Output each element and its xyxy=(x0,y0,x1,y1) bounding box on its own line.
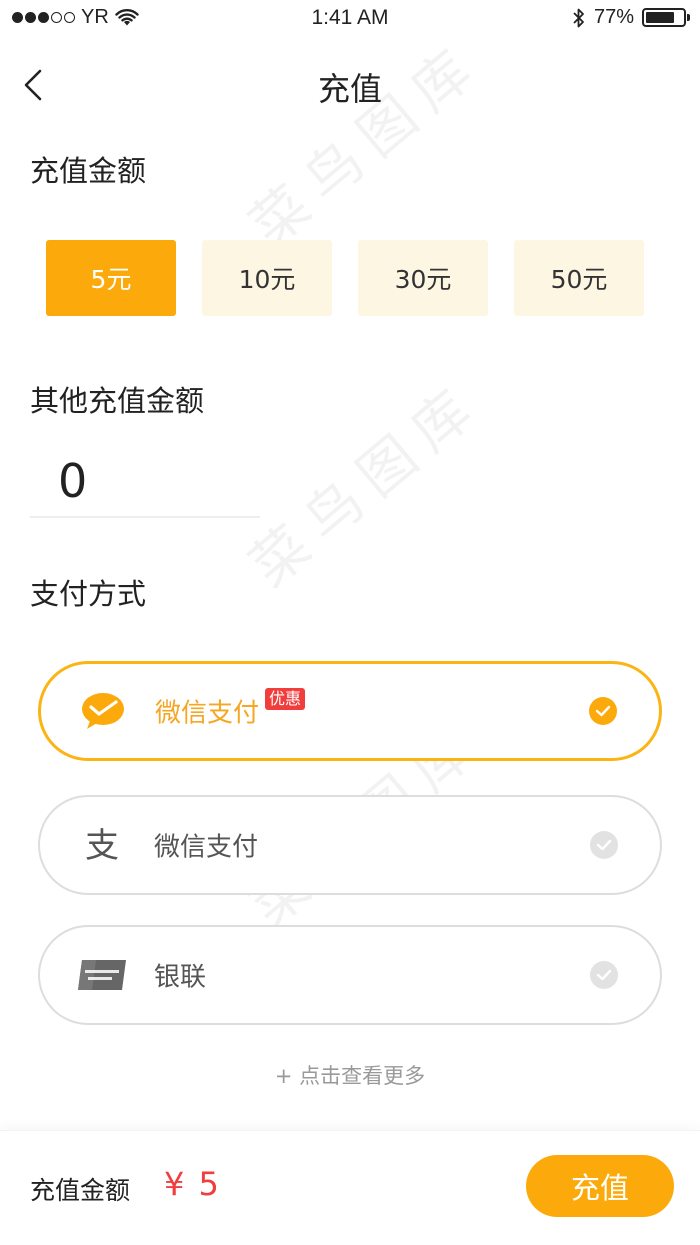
svg-text:支: 支 xyxy=(85,826,119,865)
check-icon xyxy=(590,961,618,989)
check-icon xyxy=(589,697,617,725)
wechat-pay-icon xyxy=(77,689,129,733)
bluetooth-icon xyxy=(573,8,584,27)
amount-options: 5元 10元 30元 50元 xyxy=(46,240,644,316)
total-amount: ¥ 5 xyxy=(164,1165,221,1203)
show-more-link[interactable]: + 点击查看更多 xyxy=(0,1060,700,1090)
payment-option-label: 微信支付 xyxy=(154,832,259,863)
amount-option-5[interactable]: 5元 xyxy=(46,240,176,316)
other-amount-title: 其他充值金额 xyxy=(30,384,205,418)
other-amount-input[interactable] xyxy=(30,446,260,518)
unionpay-icon xyxy=(76,953,128,997)
amount-option-50[interactable]: 50元 xyxy=(514,240,644,316)
page-title: 充值 xyxy=(317,70,382,108)
payment-option-label: 微信支付 xyxy=(155,698,260,729)
battery-icon xyxy=(642,8,690,27)
alipay-icon: 支 xyxy=(76,823,128,867)
status-right: 77% xyxy=(572,6,690,29)
nav-bar: 充值 xyxy=(0,50,700,122)
check-icon xyxy=(590,831,618,859)
promo-badge: 优惠 xyxy=(265,688,306,710)
bottom-bar: 充值金额 ¥ 5 充值 xyxy=(0,1130,700,1245)
status-bar: YR 1:41 AM 77% xyxy=(0,0,700,40)
recharge-submit-button[interactable]: 充值 xyxy=(526,1155,674,1217)
payment-option-wechat[interactable]: 微信支付 优惠 xyxy=(38,661,662,761)
amount-option-10[interactable]: 10元 xyxy=(202,240,332,316)
amount-option-30[interactable]: 30元 xyxy=(358,240,488,316)
recharge-screen: 菜鸟图库 菜鸟图库 菜鸟图库 YR 1:41 AM 77% xyxy=(0,0,700,1245)
payment-method-title: 支付方式 xyxy=(30,577,147,611)
total-label: 充值金额 xyxy=(30,1176,131,1205)
battery-percent: 77% xyxy=(593,6,634,28)
watermark: 菜鸟图库 xyxy=(238,369,495,600)
payment-option-alipay[interactable]: 支 微信支付 xyxy=(38,795,662,895)
payment-option-unionpay[interactable]: 银联 xyxy=(38,925,662,1025)
recharge-amount-title: 充值金额 xyxy=(30,154,147,188)
payment-option-label: 银联 xyxy=(154,962,207,993)
